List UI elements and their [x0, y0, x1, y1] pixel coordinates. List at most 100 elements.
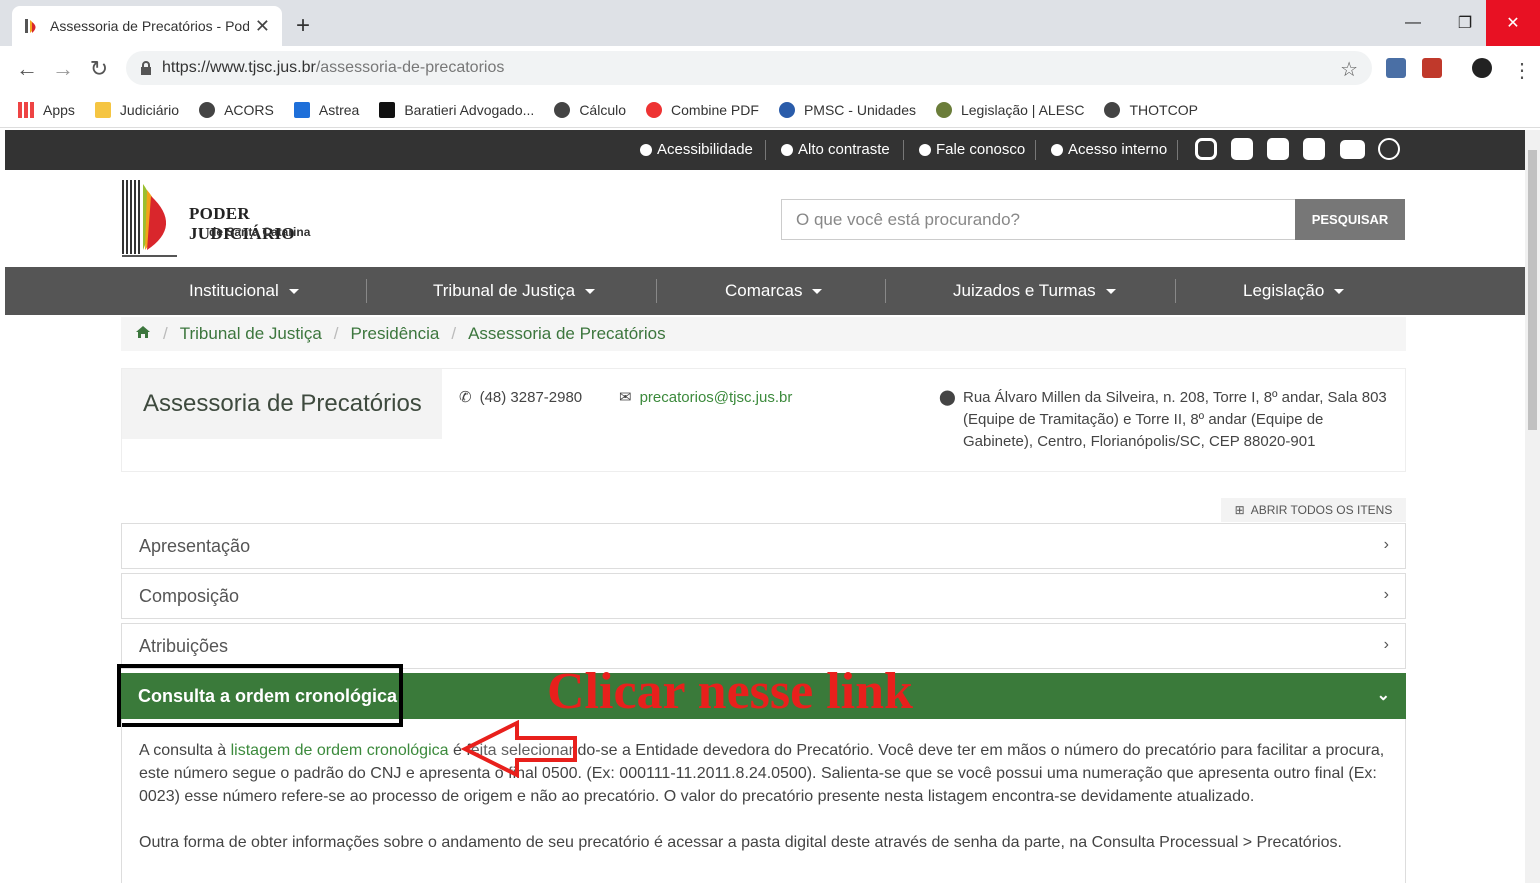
scrollbar-thumb[interactable]	[1528, 150, 1537, 430]
divider	[765, 140, 766, 160]
home-icon[interactable]	[135, 324, 151, 344]
heart-icon	[646, 101, 663, 118]
caret-down-icon	[1334, 288, 1345, 294]
globe-icon	[554, 101, 571, 118]
tab-strip: Assessoria de Precatórios - Poder ✕ + — …	[0, 0, 1540, 46]
breadcrumb-tribunal[interactable]: Tribunal de Justiça	[180, 324, 322, 344]
close-tab-icon[interactable]: ✕	[255, 16, 270, 37]
bookmark-calculo[interactable]: Cálculo	[554, 101, 626, 118]
url-host: https://www.tjsc.jus.br	[162, 59, 316, 76]
reload-icon[interactable]: ↻	[84, 56, 114, 82]
chevron-right-icon: ›	[1383, 636, 1389, 653]
accessibility-link[interactable]: Acessibilidade	[640, 141, 753, 158]
page-scrollbar[interactable]	[1525, 130, 1540, 883]
divider	[903, 140, 904, 160]
divider	[1035, 140, 1036, 160]
divider	[1175, 279, 1176, 303]
search-button[interactable]: PESQUISAR	[1295, 199, 1405, 240]
address: Rua Álvaro Millen da Silveira, n. 208, T…	[963, 389, 1387, 450]
bookmark-astrea[interactable]: Astrea	[293, 101, 359, 118]
phone-icon: ✆	[459, 389, 472, 406]
nav-legislacao[interactable]: Legislação	[1243, 267, 1345, 315]
divider	[885, 279, 886, 303]
phone-contact: ✆ (48) 3287-2980	[459, 389, 583, 406]
contrast-icon	[781, 143, 793, 156]
facebook-icon[interactable]	[1231, 138, 1253, 160]
pdf-extension-icon[interactable]	[1422, 58, 1442, 78]
annotation-text: Clicar nesse link	[547, 663, 913, 720]
window-close-icon[interactable]: ✕	[1486, 0, 1540, 46]
breadcrumb-current[interactable]: Assessoria de Precatórios	[468, 324, 665, 344]
accordion-composicao[interactable]: Composição ›	[121, 573, 1406, 619]
ordem-cronologica-link[interactable]: listagem de ordem cronológica	[231, 742, 449, 759]
globe-icon	[1104, 101, 1121, 118]
menu-kebab-icon[interactable]: ⋮	[1512, 58, 1532, 83]
poder-judiciario-logo-icon	[122, 180, 177, 257]
divider	[656, 279, 657, 303]
high-contrast-link[interactable]: Alto contraste	[781, 141, 890, 158]
extension-image-icon[interactable]	[1386, 58, 1406, 78]
bookmark-thotcop[interactable]: THOTCOP	[1104, 101, 1198, 118]
baratieri-icon	[379, 101, 396, 118]
caret-down-icon	[288, 288, 299, 294]
sign-in-icon	[1051, 143, 1063, 156]
breadcrumb-presidencia[interactable]: Presidência	[351, 324, 440, 344]
address-bar[interactable]: https://www.tjsc.jus.br/assessoria-de-pr…	[126, 51, 1372, 85]
caret-down-icon	[1105, 288, 1116, 294]
flickr-icon[interactable]	[1303, 138, 1325, 160]
browser-tab[interactable]: Assessoria de Precatórios - Poder ✕	[12, 6, 282, 46]
restore-icon[interactable]: ❐	[1438, 0, 1492, 46]
url-path: /assessoria-de-precatorios	[315, 59, 505, 76]
breadcrumb: / Tribunal de Justiça / Presidência / As…	[121, 317, 1406, 351]
divider	[1177, 140, 1178, 160]
astrea-icon	[293, 101, 310, 118]
search-input[interactable]: O que você está procurando?	[781, 199, 1295, 240]
new-tab-icon[interactable]: +	[296, 12, 310, 40]
expand-all-button[interactable]: ⊞ ABRIR TODOS OS ITENS	[1221, 498, 1406, 522]
page-title: Assessoria de Precatórios	[122, 369, 442, 439]
nav-juizados[interactable]: Juizados e Turmas	[953, 267, 1116, 315]
accessibility-bar: Acessibilidade Alto contraste Fale conos…	[5, 130, 1525, 170]
internal-access-link[interactable]: Acesso interno	[1051, 141, 1167, 158]
bookmark-apps[interactable]: Apps	[18, 101, 75, 118]
logo[interactable]: PODER JUDICIÁRIO de Santa Catarina	[121, 178, 351, 258]
bookmark-judiciario[interactable]: Judiciário	[94, 101, 179, 118]
bookmark-acors[interactable]: ACORS	[199, 101, 274, 118]
main-navigation: Institucional Tribunal de Justiça Comarc…	[5, 267, 1525, 315]
profile-avatar-icon[interactable]	[1472, 58, 1492, 78]
body-paragraph-2: Outra forma de obter informações sobre o…	[139, 834, 1342, 851]
address-marker-icon: ⬤	[939, 389, 956, 406]
bookmark-baratieri[interactable]: Baratieri Advogado...	[379, 101, 534, 118]
twitter-icon[interactable]	[1267, 138, 1289, 160]
accordion-apresentacao[interactable]: Apresentação ›	[121, 523, 1406, 569]
bookmark-alesc[interactable]: Legislação | ALESC	[935, 101, 1084, 118]
bookmarks-bar: Apps Judiciário ACORS Astrea Baratieri A…	[0, 92, 1540, 128]
email-link[interactable]: ✉ precatorios@tjsc.jus.br	[619, 387, 792, 409]
youtube-icon[interactable]	[1340, 140, 1365, 159]
lock-icon	[140, 61, 152, 75]
nav-comarcas[interactable]: Comarcas	[725, 267, 823, 315]
contact-link[interactable]: Fale conosco	[919, 141, 1025, 158]
bookmark-combine-pdf[interactable]: Combine PDF	[646, 101, 759, 118]
info-box: Assessoria de Precatórios ✆ (48) 3287-298…	[121, 368, 1406, 472]
minimize-icon[interactable]: —	[1386, 0, 1440, 46]
highlight-box-annotation	[117, 664, 403, 727]
whatsapp-icon[interactable]	[1378, 138, 1400, 160]
tjsc-favicon-icon	[24, 18, 40, 34]
chevron-right-icon: ›	[1383, 586, 1389, 603]
chat-bubble-icon	[919, 143, 931, 156]
back-icon[interactable]: ←	[12, 56, 42, 82]
nav-tribunal[interactable]: Tribunal de Justiça	[433, 267, 596, 315]
plus-square-icon: ⊞	[1234, 503, 1245, 517]
bookmark-star-icon[interactable]: ☆	[1340, 57, 1358, 82]
apps-grid-icon	[18, 101, 34, 118]
accessibility-icon	[640, 143, 652, 156]
forward-icon[interactable]: →	[48, 56, 78, 82]
instagram-icon[interactable]	[1195, 138, 1217, 160]
tab-title: Assessoria de Precatórios - Poder	[50, 18, 249, 34]
bookmark-pmsc[interactable]: PMSC - Unidades	[778, 101, 916, 118]
chevron-down-icon: ⌄	[1376, 687, 1390, 704]
pmsc-badge-icon	[778, 101, 795, 118]
caret-down-icon	[812, 288, 823, 294]
nav-institucional[interactable]: Institucional	[189, 267, 299, 315]
